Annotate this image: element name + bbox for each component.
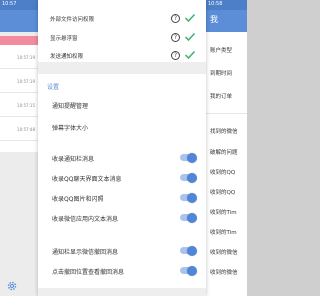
right-list-item[interactable]: 破解的问题 bbox=[210, 148, 238, 156]
toggle-row-qq-text[interactable]: 收录QQ聊天界面文本消息 bbox=[38, 170, 206, 186]
toggle-switch[interactable] bbox=[180, 192, 197, 203]
right-list-item[interactable]: 收到的QQ bbox=[210, 188, 235, 196]
left-status-bar: 10:57 bbox=[0, 0, 38, 10]
permission-label: 显示悬浮窗 bbox=[50, 36, 78, 42]
toggle-switch[interactable] bbox=[180, 245, 197, 256]
toggle-knob bbox=[187, 265, 197, 276]
help-icon[interactable]: ? bbox=[171, 14, 180, 23]
right-status-time: 10:58 bbox=[208, 1, 223, 7]
right-status-bar: 10:58 bbox=[206, 0, 247, 10]
left-row-time: 10:57:19 bbox=[17, 79, 35, 84]
left-message-row[interactable]: 10:57:19 bbox=[0, 69, 38, 93]
toggle-label: 收录通知栏消息 bbox=[52, 156, 95, 163]
danmaku-font-size-link[interactable]: 弹幕字体大小 bbox=[52, 123, 88, 132]
toggle-switch[interactable] bbox=[180, 152, 197, 163]
notification-reminder-link[interactable]: 通知提醒管理 bbox=[52, 101, 88, 110]
left-background-screen: 10:57 10:57:19 10:57:19 10:57:15 10:57:4… bbox=[0, 0, 38, 296]
permission-row-file-access[interactable]: 外部文件访问权限 ? bbox=[38, 12, 206, 26]
help-icon[interactable]: ? bbox=[171, 33, 180, 42]
check-icon bbox=[184, 32, 196, 42]
left-app-header bbox=[0, 10, 38, 32]
permission-row-overlay[interactable]: 显示悬浮窗 ? bbox=[38, 31, 206, 45]
right-app-header: 我 bbox=[206, 10, 247, 32]
left-message-row[interactable]: 10:57:15 bbox=[0, 93, 38, 117]
check-icon bbox=[184, 13, 196, 23]
check-icon bbox=[184, 50, 196, 60]
toggle-label: 收录微信应用内文本消息 bbox=[52, 216, 119, 223]
right-list-item[interactable]: 收到的微信 bbox=[210, 268, 238, 276]
right-list-item[interactable]: 收到的Tim bbox=[210, 228, 237, 236]
toggle-row-wechat-recall-notify[interactable]: 通知栏显示微信撤回消息 bbox=[38, 243, 206, 259]
right-divider bbox=[206, 113, 247, 114]
right-list-item[interactable]: 收到的Tim bbox=[210, 208, 237, 216]
right-list-item[interactable]: 账户类型 bbox=[210, 46, 232, 54]
settings-section-title: 设置 bbox=[47, 84, 60, 91]
toggle-knob bbox=[187, 192, 197, 203]
right-list-item[interactable]: 收到的微信 bbox=[210, 248, 238, 256]
left-status-time: 10:57 bbox=[2, 1, 17, 7]
toggle-switch[interactable] bbox=[180, 265, 197, 276]
toggle-knob bbox=[187, 212, 197, 223]
toggle-row-qq-images[interactable]: 收录QQ图片和闪照 bbox=[38, 190, 206, 206]
toggle-label: 收录QQ图片和闪照 bbox=[52, 196, 104, 203]
right-list-item[interactable]: 我的订单 bbox=[210, 92, 232, 100]
toggle-row-notification-messages[interactable]: 收录通知栏消息 bbox=[38, 150, 206, 166]
toggle-knob bbox=[187, 172, 197, 183]
gear-icon[interactable] bbox=[6, 280, 18, 292]
right-list-item[interactable]: 找到的微信 bbox=[210, 127, 238, 135]
right-background-screen: 10:58 我 账户类型 到期时间 我的订单 找到的微信 破解的问题 收到的QQ… bbox=[206, 0, 247, 296]
right-page-title: 我 bbox=[210, 15, 218, 24]
toggle-knob bbox=[187, 152, 197, 163]
permission-label: 外部文件访问权限 bbox=[50, 17, 95, 23]
toggle-label: 点击撤回位置查看撤回消息 bbox=[52, 269, 125, 276]
left-row-time: 10:57:15 bbox=[17, 103, 35, 108]
bottom-gap bbox=[38, 288, 206, 296]
toggle-label: 收录QQ聊天界面文本消息 bbox=[52, 176, 122, 183]
left-message-row[interactable]: 10:57:48 bbox=[0, 117, 38, 141]
permission-label: 发送通知权限 bbox=[50, 54, 84, 60]
toggle-knob bbox=[187, 245, 197, 256]
toggle-switch[interactable] bbox=[180, 172, 197, 183]
left-card-accent bbox=[0, 36, 38, 45]
toggle-label: 通知栏显示微信撤回消息 bbox=[52, 249, 119, 256]
settings-panel: 外部文件访问权限 ? 显示悬浮窗 ? 发送通知权限 ? 设置 通知提醒管理 弹幕… bbox=[38, 0, 206, 296]
section-gap bbox=[38, 62, 206, 74]
toggle-row-wechat-text[interactable]: 收录微信应用内文本消息 bbox=[38, 210, 206, 226]
left-message-row[interactable]: 10:57:19 bbox=[0, 45, 38, 69]
toggle-switch[interactable] bbox=[180, 212, 197, 223]
left-row-time: 10:57:48 bbox=[17, 127, 35, 132]
permission-row-notification[interactable]: 发送通知权限 ? bbox=[38, 49, 206, 63]
right-list-item[interactable]: 收到的QQ bbox=[210, 168, 235, 176]
right-list-item[interactable]: 到期时间 bbox=[210, 69, 232, 77]
help-icon[interactable]: ? bbox=[171, 51, 180, 60]
toggle-row-recall-position[interactable]: 点击撤回位置查看撤回消息 bbox=[38, 263, 206, 279]
left-row-time: 10:57:19 bbox=[17, 55, 35, 60]
